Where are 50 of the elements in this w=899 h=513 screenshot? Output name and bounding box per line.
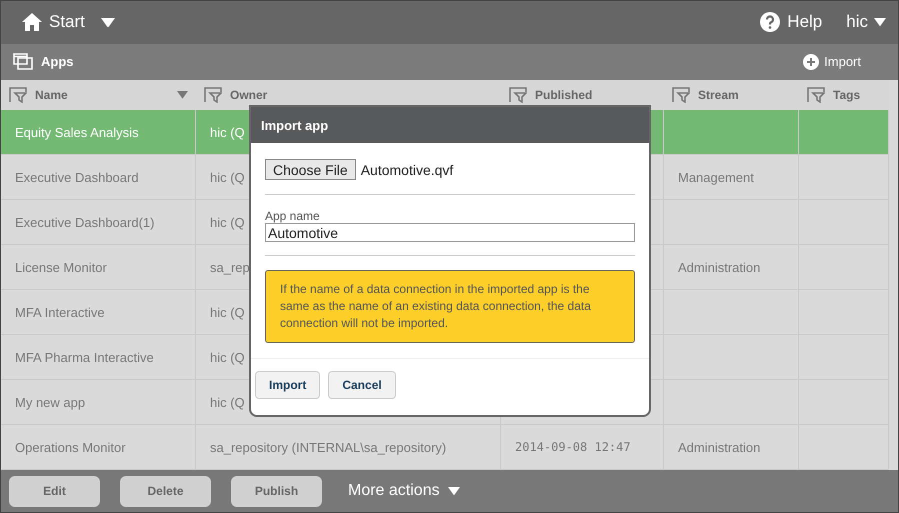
filter-icon[interactable]	[9, 87, 27, 104]
caret-icon	[448, 486, 460, 496]
cell-text: Operations Monitor	[15, 440, 126, 455]
action-button[interactable]: Publish	[231, 476, 322, 507]
caret-icon	[177, 91, 188, 99]
dialog-button[interactable]: Cancel	[328, 371, 396, 399]
help-button[interactable]: Help	[759, 11, 822, 34]
filter-icon[interactable]	[807, 87, 825, 104]
apps-title: Apps	[41, 54, 74, 70]
apps-icon	[13, 53, 33, 70]
caret-icon	[874, 18, 886, 27]
home-icon	[21, 12, 43, 32]
cell-text: Management	[678, 170, 754, 185]
cell-text: License Monitor	[15, 260, 107, 275]
help-icon	[759, 11, 782, 34]
cell-text: Equity Sales Analysis	[15, 124, 139, 140]
plus-icon	[803, 54, 820, 70]
filter-icon[interactable]	[672, 87, 690, 104]
dialog-button[interactable]: Import	[255, 371, 320, 399]
cell-text: sa_rep	[210, 260, 250, 275]
dialog-title: Import app	[251, 107, 649, 143]
cell-text: sa_repository (INTERNAL\sa_repository)	[210, 440, 446, 455]
action-button[interactable]: Edit	[9, 476, 100, 507]
cell-text: MFA Interactive	[15, 304, 105, 320]
more-actions-menu[interactable]: More actions	[342, 481, 466, 502]
cell-text: hic (Q	[210, 214, 245, 230]
app-name-field[interactable]: Automotive	[265, 223, 635, 242]
cell-text: hic (Q	[210, 304, 245, 320]
cell-text: My new app	[15, 394, 86, 410]
warning-message: If the name of a data connection in the imported app is the same as the name of an existing data connection, the data connection will not be imported.	[265, 270, 635, 343]
filter-icon[interactable]	[204, 87, 222, 104]
cell-text: Administration	[678, 260, 760, 275]
cell-text: hic (Q	[210, 170, 245, 185]
cell-text: 2014-09-08 12:47	[515, 440, 631, 454]
start-menu[interactable]: Start	[21, 12, 85, 32]
filter-icon[interactable]	[509, 87, 527, 104]
cell-text: hic (Q	[210, 350, 245, 365]
choose-file-button[interactable]: Choose File	[265, 159, 356, 180]
user-menu[interactable]: hic	[846, 12, 886, 32]
cell-text: Executive Dashboard(1)	[15, 214, 154, 230]
file-name: Automotive.qvf	[360, 162, 454, 178]
cell-text: Executive Dashboard	[15, 170, 139, 185]
cell-text: hic (Q	[210, 394, 245, 410]
cell-text: Administration	[678, 440, 760, 455]
action-button[interactable]: Delete	[120, 476, 211, 507]
field-label: App name	[265, 209, 321, 223]
caret-icon	[100, 18, 115, 28]
cell-text: hic (Q	[210, 124, 245, 140]
import-link[interactable]: Import	[803, 54, 861, 70]
cell-text: MFA Pharma Interactive	[15, 350, 154, 365]
